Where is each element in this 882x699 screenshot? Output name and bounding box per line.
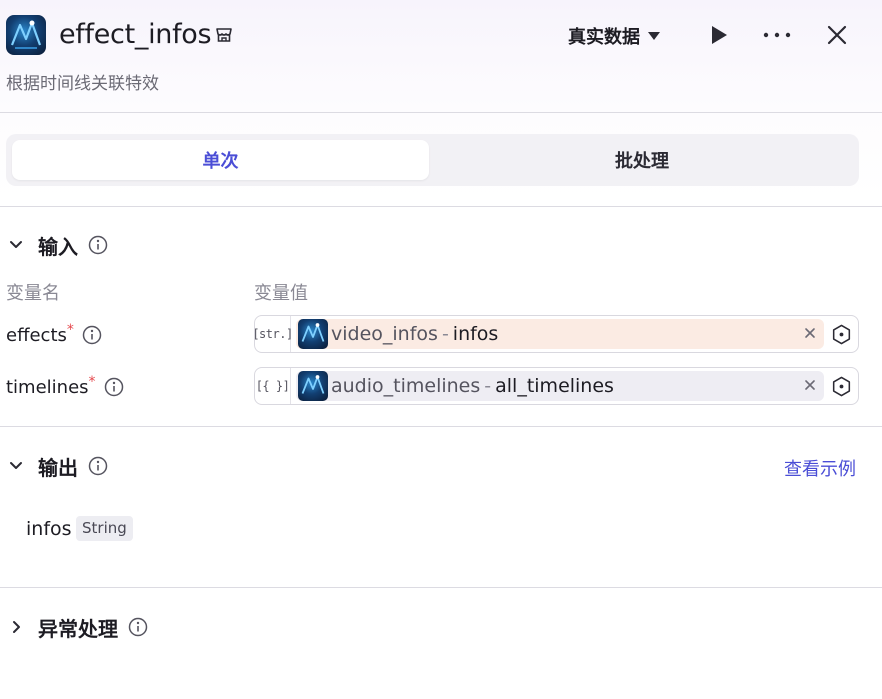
divider [0, 426, 882, 427]
more-dots-icon [763, 32, 791, 38]
chevron-down-icon[interactable] [8, 458, 24, 474]
close-icon [827, 25, 847, 45]
reference-field: infos [452, 323, 499, 345]
variable-picker-icon[interactable] [831, 376, 852, 397]
store-icon[interactable] [214, 25, 234, 45]
view-example-link[interactable]: 查看示例 [784, 455, 856, 481]
node-title: effect_infos [59, 19, 212, 50]
reference-separator: - [441, 323, 449, 345]
tab-single[interactable]: 单次 [12, 140, 429, 180]
param-effects-label: effects * [6, 322, 102, 347]
data-mode-select[interactable]: 真实数据 [568, 22, 660, 50]
clear-icon[interactable] [802, 377, 818, 393]
output-field-type-badge: String [76, 516, 133, 541]
caret-down-icon [648, 32, 660, 40]
exception-section-header[interactable]: 异常处理 [8, 613, 148, 641]
required-mark: * [88, 374, 96, 390]
chevron-right-icon[interactable] [8, 619, 24, 635]
param-name: effects [6, 324, 67, 346]
close-button[interactable] [824, 22, 850, 48]
more-button[interactable] [762, 24, 792, 46]
node-description: 根据时间线关联特效 [6, 74, 159, 94]
info-icon[interactable] [82, 325, 102, 345]
reference-source: video_infos [331, 323, 438, 345]
run-mode-tabs: 单次 批处理 [6, 134, 859, 186]
reference-separator: - [484, 375, 492, 397]
divider [0, 587, 882, 588]
node-icon [6, 15, 46, 55]
param-timelines-value[interactable]: [{ }] audio_timelines - all_timelines [254, 367, 859, 405]
output-section-title: 输出 [38, 455, 78, 480]
node-icon [298, 319, 328, 349]
info-icon[interactable] [128, 617, 148, 637]
data-mode-label: 真实数据 [568, 27, 640, 48]
input-section-title: 输入 [38, 234, 78, 259]
output-section-header[interactable]: 输出 [8, 452, 108, 480]
tab-batch[interactable]: 批处理 [431, 140, 853, 180]
reference-field: all_timelines [495, 375, 614, 397]
node-icon [298, 371, 328, 401]
info-icon[interactable] [88, 456, 108, 476]
variable-picker-icon[interactable] [831, 324, 852, 345]
type-tag: [str.] [252, 316, 293, 352]
reference-chip[interactable]: audio_timelines - all_timelines [296, 371, 824, 401]
input-section-header[interactable]: 输入 [8, 231, 108, 259]
reference-source: audio_timelines [331, 375, 481, 397]
param-effects-value[interactable]: [str.] video_infos - infos [252, 315, 859, 353]
required-mark: * [66, 322, 74, 338]
reference-chip[interactable]: video_infos - infos [296, 319, 824, 349]
info-icon[interactable] [104, 377, 124, 397]
column-header-name: 变量名 [6, 283, 60, 304]
divider [0, 206, 882, 207]
divider [0, 112, 882, 113]
run-button[interactable] [708, 24, 730, 46]
chevron-down-icon[interactable] [8, 237, 24, 253]
clear-icon[interactable] [802, 325, 818, 341]
info-icon[interactable] [88, 235, 108, 255]
param-name: timelines [6, 376, 89, 398]
param-timelines-label: timelines * [6, 374, 124, 399]
output-field-name: infos [26, 518, 72, 540]
play-icon [712, 26, 727, 44]
exception-section-title: 异常处理 [38, 616, 118, 641]
type-tag: [{ }] [255, 368, 291, 404]
column-header-value: 变量值 [254, 283, 308, 304]
